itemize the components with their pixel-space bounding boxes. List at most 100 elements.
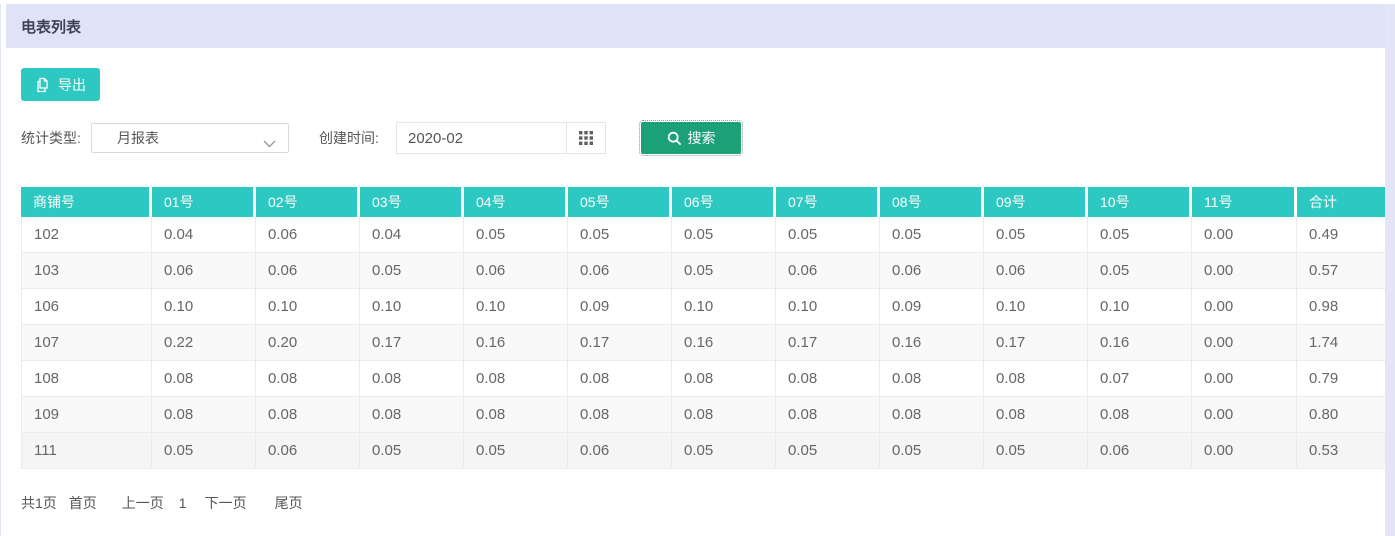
value-cell: 0.20 [256,325,360,361]
value-cell: 0.09 [880,289,984,325]
value-cell: 0.09 [568,289,672,325]
value-cell: 0.08 [568,361,672,397]
value-cell: 0.06 [256,433,360,469]
value-cell: 0.05 [984,433,1088,469]
table-row: 1110.050.060.050.050.060.050.050.050.050… [21,433,1386,469]
value-cell: 0.06 [776,253,880,289]
value-cell: 0.17 [984,325,1088,361]
column-header: 合计 [1297,187,1386,217]
value-cell: 0.05 [672,253,776,289]
page-right-strip [1385,4,1395,536]
table-row: 1020.040.060.040.050.050.050.050.050.050… [21,217,1386,253]
value-cell: 0.17 [568,325,672,361]
value-cell: 0.05 [672,217,776,253]
value-cell: 0.00 [1192,397,1297,433]
value-cell: 0.17 [776,325,880,361]
calendar-grid-icon [579,131,593,145]
shop-number-cell: 111 [21,433,152,469]
filter-row: 统计类型: 月报表 创建时间: [21,122,1385,154]
next-page-link[interactable]: 下一页 [205,493,247,513]
value-cell: 0.08 [776,397,880,433]
first-page-link[interactable]: 首页 [69,493,97,513]
stat-type-select[interactable]: 月报表 [91,123,289,153]
table-row: 1080.080.080.080.080.080.080.080.080.080… [21,361,1386,397]
value-cell: 0.10 [1088,289,1192,325]
stat-type-selected-value: 月报表 [117,128,159,148]
column-header: 01号 [152,187,256,217]
value-cell: 0.05 [464,217,568,253]
value-cell: 0.16 [880,325,984,361]
value-cell: 0.00 [1192,217,1297,253]
value-cell: 0.00 [1192,361,1297,397]
table-row: 1030.060.060.050.060.060.050.060.060.060… [21,253,1386,289]
column-header: 06号 [672,187,776,217]
column-header: 03号 [360,187,464,217]
header-row: 商铺号01号02号03号04号05号06号07号08号09号10号11号合计 [21,187,1386,217]
value-cell: 0.05 [984,217,1088,253]
value-cell: 0.06 [984,253,1088,289]
pagination: 共1页 首页 上一页 1 下一页 尾页 [21,493,1385,513]
value-cell: 1.74 [1297,325,1386,361]
value-cell: 0.08 [256,361,360,397]
value-cell: 0.49 [1297,217,1386,253]
value-cell: 0.06 [880,253,984,289]
value-cell: 0.05 [776,433,880,469]
value-cell: 0.08 [880,397,984,433]
value-cell: 0.05 [360,253,464,289]
value-cell: 0.98 [1297,289,1386,325]
value-cell: 0.00 [1192,433,1297,469]
value-cell: 0.05 [880,433,984,469]
value-cell: 0.08 [672,361,776,397]
page-count-text: 共1页 [21,493,57,513]
shop-number-cell: 108 [21,361,152,397]
column-header: 09号 [984,187,1088,217]
value-cell: 0.08 [984,361,1088,397]
search-button[interactable]: 搜索 [641,122,741,154]
column-header: 05号 [568,187,672,217]
value-cell: 0.08 [360,361,464,397]
create-time-input-group [396,122,606,154]
panel-header: 电表列表 [6,4,1385,48]
value-cell: 0.08 [568,397,672,433]
search-icon [667,131,682,146]
value-cell: 0.08 [256,397,360,433]
current-page-number[interactable]: 1 [179,495,187,511]
export-button[interactable]: 导出 [21,68,100,101]
value-cell: 0.00 [1192,325,1297,361]
value-cell: 0.08 [880,361,984,397]
create-time-input[interactable] [396,122,566,154]
calendar-picker-button[interactable] [566,122,606,154]
value-cell: 0.08 [152,397,256,433]
column-header: 02号 [256,187,360,217]
value-cell: 0.10 [776,289,880,325]
meter-table: 商铺号01号02号03号04号05号06号07号08号09号10号11号合计 1… [21,187,1386,469]
value-cell: 0.16 [1088,325,1192,361]
value-cell: 0.08 [464,397,568,433]
value-cell: 0.06 [568,433,672,469]
last-page-link[interactable]: 尾页 [275,493,303,513]
value-cell: 0.17 [360,325,464,361]
export-button-label: 导出 [58,75,86,95]
value-cell: 0.10 [984,289,1088,325]
value-cell: 0.06 [464,253,568,289]
value-cell: 0.05 [464,433,568,469]
value-cell: 0.08 [1088,397,1192,433]
prev-page-link[interactable]: 上一页 [122,493,164,513]
value-cell: 0.53 [1297,433,1386,469]
value-cell: 0.06 [1088,433,1192,469]
column-header: 商铺号 [21,187,152,217]
value-cell: 0.04 [360,217,464,253]
value-cell: 0.05 [152,433,256,469]
shop-number-cell: 109 [21,397,152,433]
value-cell: 0.05 [672,433,776,469]
chevron-down-icon [263,135,276,151]
value-cell: 0.79 [1297,361,1386,397]
value-cell: 0.10 [360,289,464,325]
value-cell: 0.06 [256,217,360,253]
value-cell: 0.57 [1297,253,1386,289]
create-time-label: 创建时间: [319,128,396,148]
meter-table-head: 商铺号01号02号03号04号05号06号07号08号09号10号11号合计 [21,187,1386,217]
value-cell: 0.10 [152,289,256,325]
value-cell: 0.08 [152,361,256,397]
column-header: 11号 [1192,187,1297,217]
